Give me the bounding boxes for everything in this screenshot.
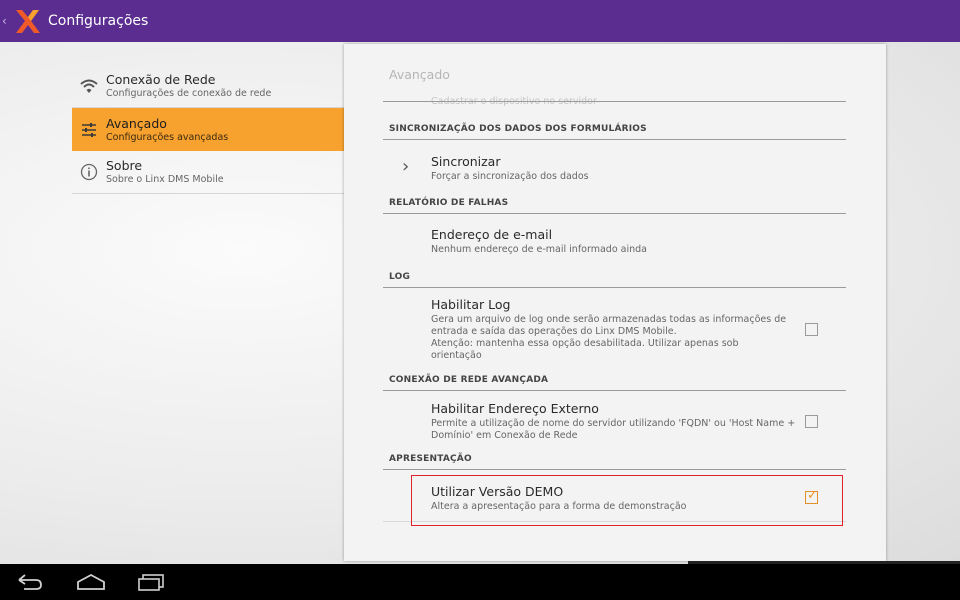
category-label: RELATÓRIO DE FALHAS [389,198,509,208]
header-summary: Configurações de conexão de rede [106,88,272,99]
summary-line: Gera um arquivo de log onde serão armaze… [431,314,787,325]
category-log: LOG [383,270,846,288]
summary-line: entrada e saída das operações do Linx DM… [431,326,677,337]
header-summary: Sobre o Linx DMS Mobile [106,174,224,185]
pref-sync[interactable]: Sincronizar Forçar a sincronização dos d… [431,154,807,183]
log-checkbox[interactable] [805,323,818,336]
category-advanced-network: CONEXÃO DE REDE AVANÇADA [383,373,846,391]
action-bar: ‹ Configurações [0,0,960,42]
panel-title: Avançado [389,67,450,82]
pref-summary: Nenhum endereço de e-mail informado aind… [431,244,647,255]
pref-summary: Permite a utilização de nome do servidor… [431,418,807,442]
sliders-icon [72,121,106,139]
app-logo[interactable] [12,6,42,36]
pref-title: Habilitar Log [431,297,511,312]
category-label: APRESENTAÇÃO [389,454,472,464]
pref-title: Habilitar Endereço Externo [431,401,599,416]
pref-email[interactable]: Endereço de e-mail Nenhum endereço de e-… [431,227,807,256]
category-label: LOG [389,272,411,282]
pref-summary: Forçar a sincronização dos dados [431,171,589,182]
header-title: Avançado [106,115,167,131]
category-crash-report: RELATÓRIO DE FALHAS [383,196,846,214]
header-item-network[interactable]: Conexão de Rede Configurações de conexão… [72,65,344,108]
header-summary: Configurações avançadas [106,131,229,143]
summary-line: Permite a utilização de nome do servidor… [431,418,796,429]
pref-enable-log[interactable]: Habilitar Log Gera um arquivo de log ond… [431,297,807,362]
external-address-checkbox[interactable] [805,415,818,428]
title-divider [383,101,846,102]
header-title: Conexão de Rede [106,72,216,87]
page-title: Configurações [48,13,149,29]
header-title: Sobre [106,158,143,173]
wifi-icon [72,78,106,94]
category-sync: SINCRONIZAÇÃO DOS DADOS DOS FORMULÁRIOS [383,122,846,140]
header-item-about[interactable]: Sobre Sobre o Linx DMS Mobile [72,151,344,194]
category-label: CONEXÃO DE REDE AVANÇADA [389,375,549,385]
header-item-advanced[interactable]: Avançado Configurações avançadas [72,108,344,151]
pref-title: Sincronizar [431,154,501,169]
system-nav-bar [0,564,960,600]
home-icon[interactable] [76,572,106,592]
chevron-left-icon[interactable]: ‹ [2,14,10,28]
highlight-box [411,475,843,526]
summary-line: Atenção: mantenha essa opção desabilitad… [431,338,739,349]
pref-external-address[interactable]: Habilitar Endereço Externo Permite a uti… [431,401,807,442]
pref-summary: Gera um arquivo de log onde serão armaze… [431,314,807,362]
category-presentation: APRESENTAÇÃO [383,452,846,470]
recent-apps-icon[interactable] [136,572,166,592]
back-icon[interactable] [16,572,44,592]
summary-line: orientação [431,350,482,361]
category-label: SINCRONIZAÇÃO DOS DADOS DOS FORMULÁRIOS [389,124,647,134]
chevron-right-icon: › [402,156,410,177]
preferences-panel: Avançado Cadastrar o dispositivo no serv… [344,44,886,561]
pref-title: Endereço de e-mail [431,227,553,242]
summary-line: Domínio' em Conexão de Rede [431,430,578,441]
settings-headers-list: Conexão de Rede Configurações de conexão… [72,65,344,194]
info-icon [72,163,106,181]
